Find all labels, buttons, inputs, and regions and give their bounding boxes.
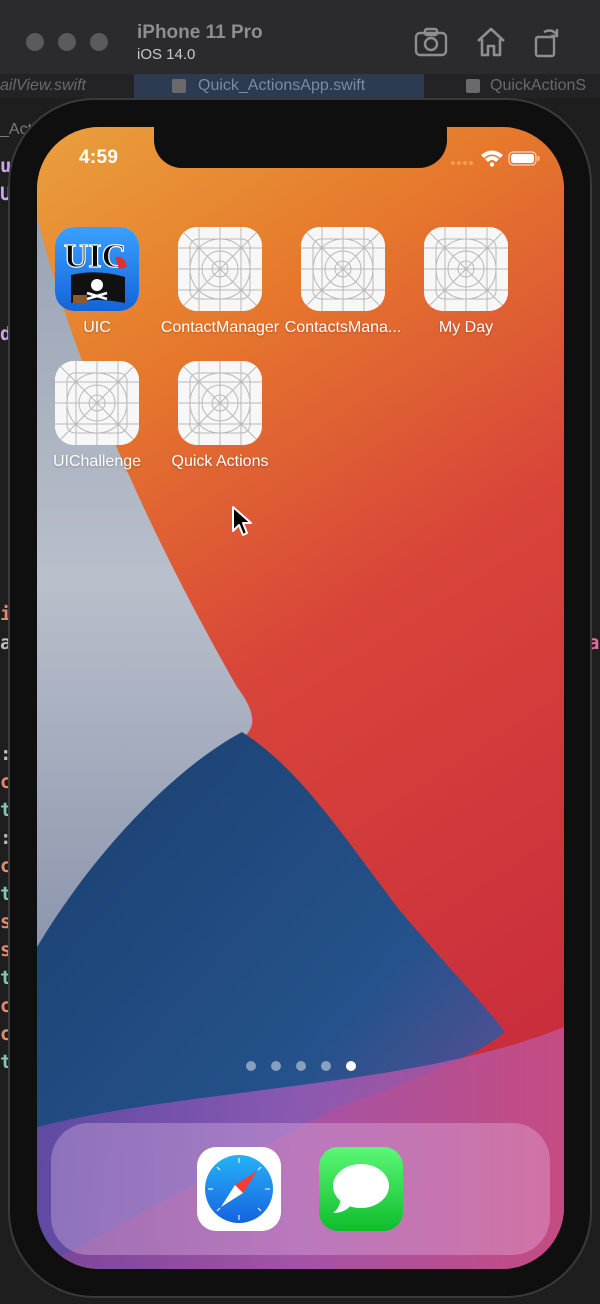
home-icon[interactable]: [474, 26, 508, 58]
device-name: iPhone 11 Pro: [137, 22, 263, 43]
placeholder-grid-icon: [178, 361, 262, 445]
page-dot[interactable]: [321, 1061, 331, 1071]
swift-file-icon: [466, 79, 480, 93]
wifi-icon: [481, 150, 503, 167]
editor-tab-bar: ailView.swift Quick_ActionsApp.swift Qui…: [0, 74, 600, 98]
rotate-icon[interactable]: [530, 26, 564, 58]
swift-file-icon: [172, 79, 186, 93]
minimize-window-button[interactable]: [58, 33, 76, 51]
placeholder-grid-icon: [424, 227, 508, 311]
placeholder-grid-icon: [55, 361, 139, 445]
safari-app[interactable]: [197, 1147, 281, 1231]
app-icon[interactable]: [301, 227, 385, 311]
editor-tab-label: Quick_ActionsApp.swift: [198, 77, 366, 94]
simulator-title-bar: iPhone 11 Pro iOS 14.0: [0, 0, 600, 82]
placeholder-grid-icon: [301, 227, 385, 311]
battery-icon: [508, 151, 540, 166]
page-dot[interactable]: [296, 1061, 306, 1071]
zoom-window-button[interactable]: [90, 33, 108, 51]
messages-app[interactable]: [319, 1147, 403, 1231]
safari-icon: [205, 1155, 273, 1223]
placeholder-grid-icon: [178, 227, 262, 311]
uic-pirate-icon: UIC: [55, 227, 139, 311]
page-dot[interactable]: [346, 1061, 356, 1071]
close-window-button[interactable]: [26, 33, 44, 51]
editor-tab-label: QuickActionS: [490, 77, 587, 94]
editor-tab[interactable]: ailView.swift: [0, 74, 120, 98]
mouse-cursor-icon: [232, 506, 252, 536]
app-icon[interactable]: [424, 227, 508, 311]
svg-text:UIC: UIC: [64, 238, 126, 275]
app-icon[interactable]: [178, 361, 262, 445]
os-version: iOS 14.0: [137, 46, 196, 63]
screenshot-icon[interactable]: [414, 26, 448, 58]
app-label: ContactManager: [160, 319, 280, 336]
app-label: ContactsMana...: [284, 319, 402, 336]
page-dot[interactable]: [271, 1061, 281, 1071]
app-icon[interactable]: UIC: [55, 227, 139, 311]
messages-icon: [319, 1147, 403, 1231]
editor-tab[interactable]: QuickActionS: [462, 74, 600, 98]
status-time: 4:59: [79, 147, 119, 168]
notch: [154, 127, 447, 168]
app-icon[interactable]: [55, 361, 139, 445]
app-label: UIC: [83, 319, 111, 336]
editor-tab-active[interactable]: Quick_ActionsApp.swift: [134, 74, 424, 98]
cellular-signal-icon: [451, 161, 473, 165]
dock: [51, 1123, 550, 1255]
status-icons: [451, 150, 540, 167]
home-screen: 4:59 UIC UIC ContactManager ContactsMana…: [37, 127, 564, 1269]
app-label: My Day: [438, 319, 494, 336]
app-label: UIChallenge: [52, 453, 142, 470]
app-label: Quick Actions: [171, 453, 269, 470]
app-icon[interactable]: [178, 227, 262, 311]
page-dot[interactable]: [246, 1061, 256, 1071]
